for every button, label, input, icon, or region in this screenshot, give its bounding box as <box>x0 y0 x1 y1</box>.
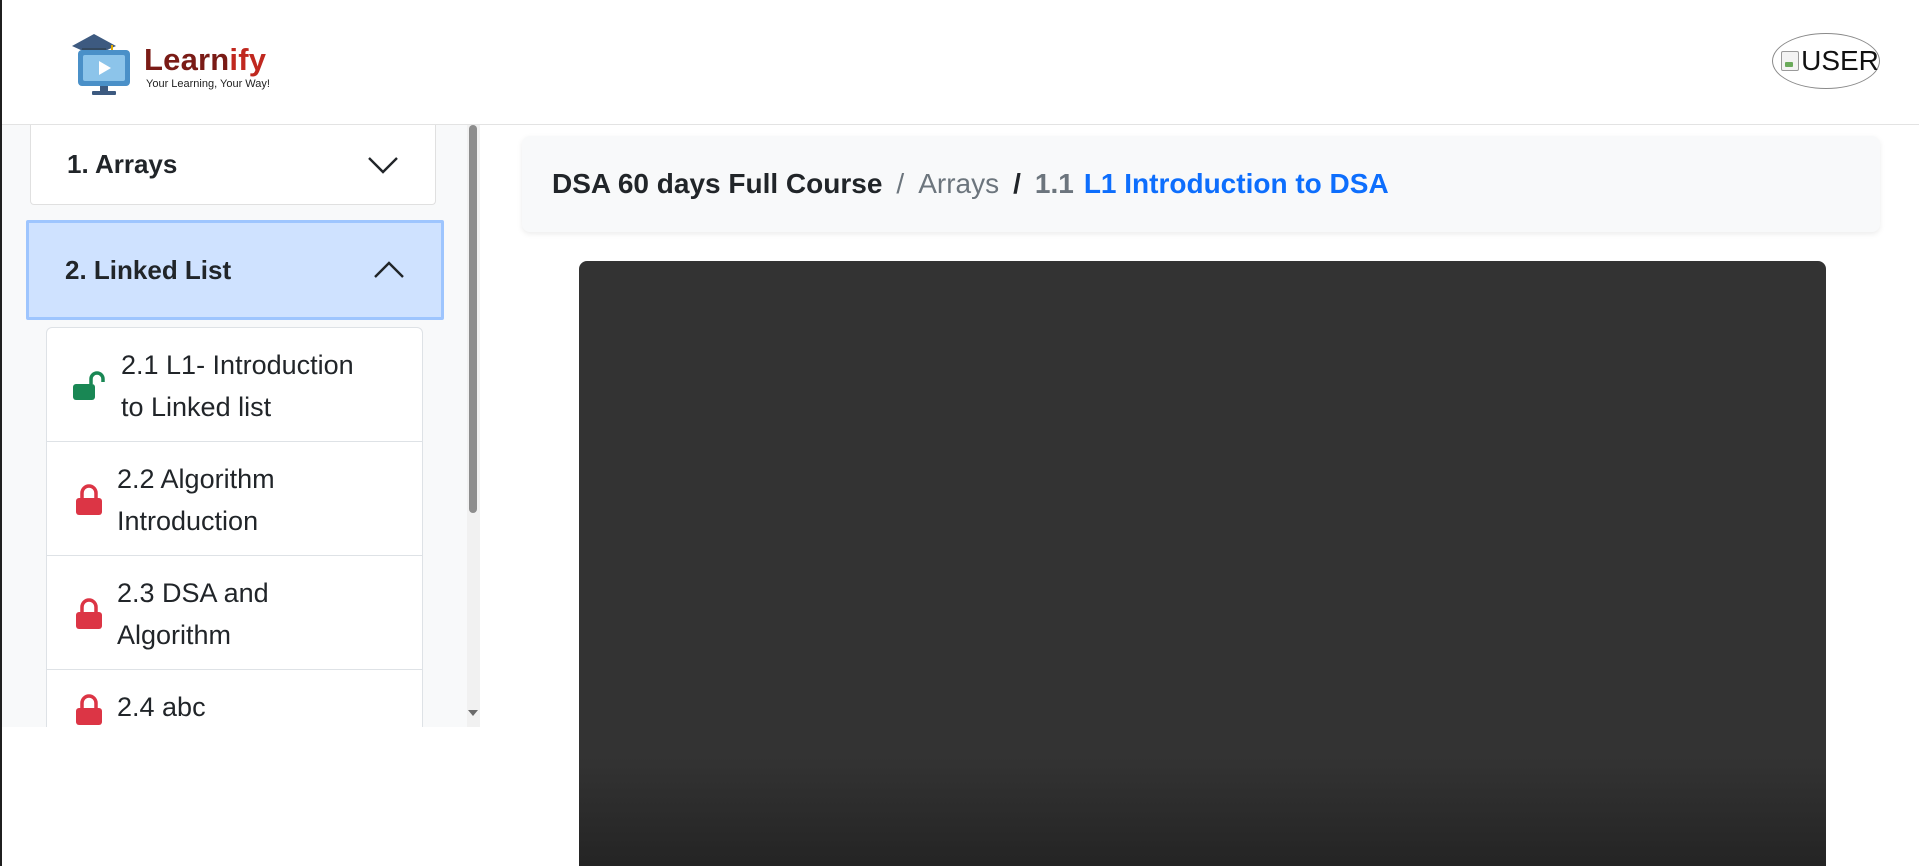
scroll-down-arrow-icon[interactable] <box>468 710 478 716</box>
breadcrumb: DSA 60 days Full Course / Arrays / 1.1 L… <box>522 136 1880 232</box>
lock-icon <box>76 598 102 629</box>
lesson-item-2-1[interactable]: 2.1 L1- Introduction to Linked list <box>47 328 422 442</box>
chevron-down-icon <box>368 156 398 174</box>
section-arrays[interactable]: 1. Arrays <box>30 125 436 205</box>
chevron-up-icon <box>374 261 404 278</box>
section-linked-list[interactable]: 2. Linked List <box>26 220 444 320</box>
breadcrumb-separator: / <box>1013 168 1021 199</box>
breadcrumb-course[interactable]: DSA 60 days Full Course <box>552 168 882 200</box>
lesson-label: 2.3 DSA and Algorithm <box>117 578 269 650</box>
monitor-cap-icon <box>72 34 130 95</box>
course-sidebar: 1. Arrays 2. Linked List 2.1 L1- Introdu… <box>2 125 480 727</box>
brand-name: Learnify <box>144 42 267 77</box>
section-label: 1. Arrays <box>67 149 178 179</box>
top-navbar: Learnify Your Learning, Your Way! USER <box>2 0 1919 125</box>
lesson-label: 2.1 L1- Introduction to Linked list <box>121 350 354 422</box>
lesson-item-2-4[interactable]: 2.4 abc <box>47 670 422 727</box>
learnify-logo[interactable]: Learnify Your Learning, Your Way! <box>68 28 288 98</box>
lesson-list: 2.1 L1- Introduction to Linked list 2.2 … <box>46 327 423 727</box>
lesson-label: 2.2 Algorithm Introduction <box>117 464 275 536</box>
breadcrumb-lesson-number: 1.1 <box>1034 168 1074 199</box>
breadcrumb-separator: / <box>896 168 905 199</box>
unlock-icon <box>73 371 105 400</box>
scrollbar-thumb[interactable] <box>469 125 477 513</box>
breadcrumb-topic[interactable]: Arrays <box>918 168 999 200</box>
broken-image-icon <box>1781 51 1800 71</box>
video-player[interactable] <box>579 261 1826 866</box>
lesson-label: 2.4 abc <box>117 692 206 722</box>
section-label: 2. Linked List <box>65 254 232 285</box>
brand-tagline: Your Learning, Your Way! <box>146 78 270 90</box>
breadcrumb-current-lesson: L1 Introduction to DSA <box>1083 168 1389 199</box>
lesson-item-2-2[interactable]: 2.2 Algorithm Introduction <box>47 442 422 556</box>
lesson-item-2-3[interactable]: 2.3 DSA and Algorithm <box>47 556 422 670</box>
lock-icon <box>76 484 102 515</box>
user-profile-button[interactable]: USER <box>1772 33 1880 89</box>
lock-icon <box>76 694 102 725</box>
user-label: USER <box>1801 45 1879 76</box>
